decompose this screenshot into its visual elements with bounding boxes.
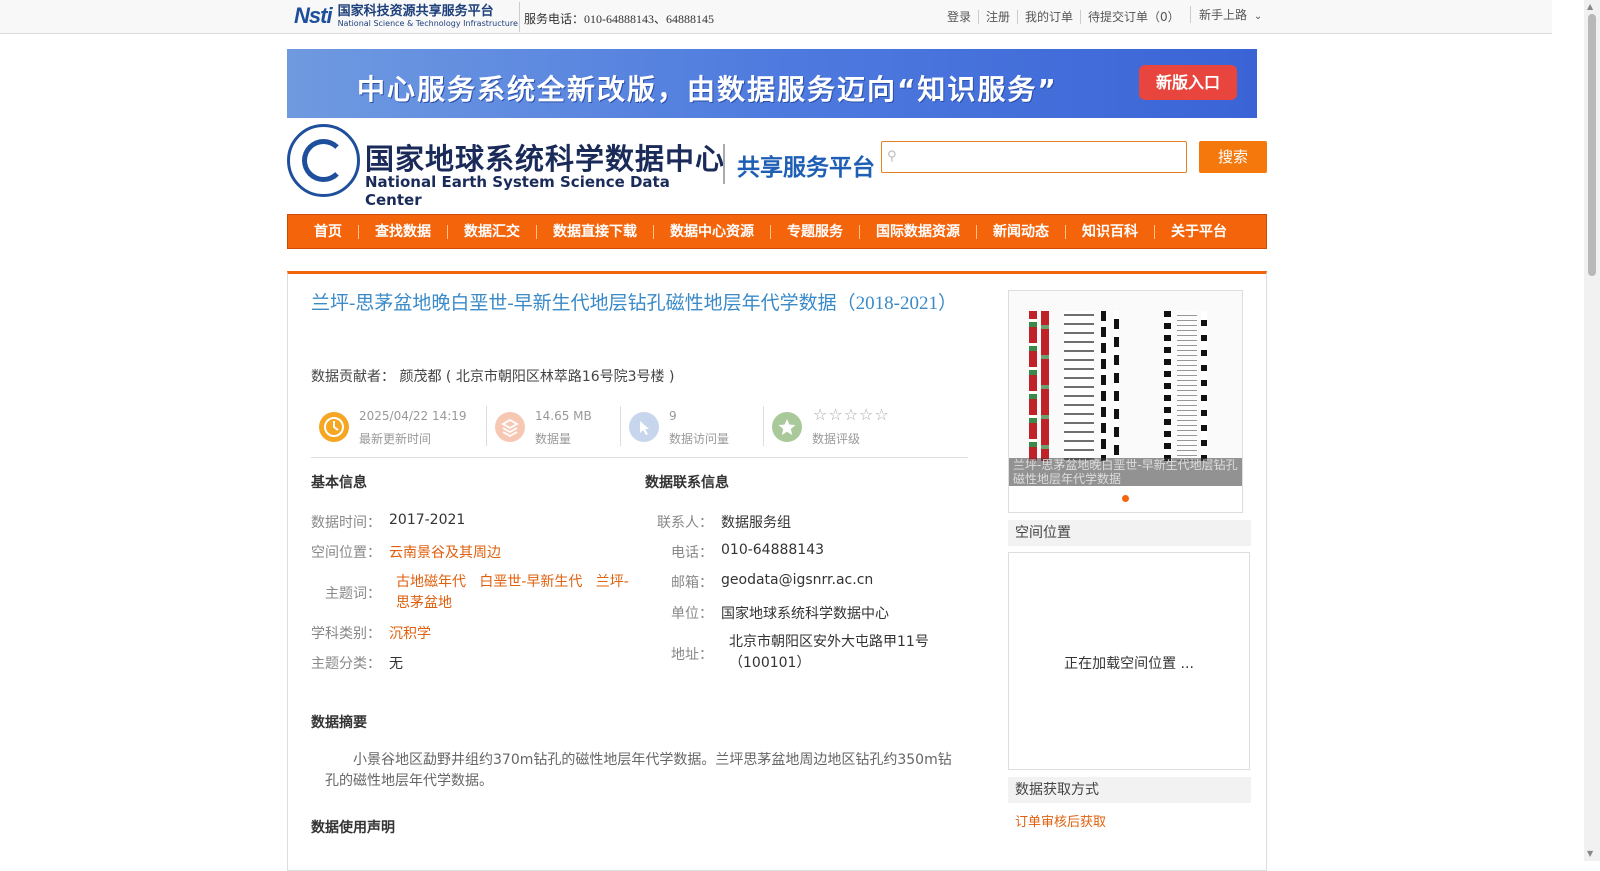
stat-updated: 2025/04/22 14:19 最新更新时间: [311, 404, 481, 458]
thumbnail-carousel[interactable]: 兰坪-思茅盆地晚白垩世-早新生代地层钻孔磁性地层年代学数据: [1008, 290, 1243, 513]
keyword-link[interactable]: 古地磁年代: [396, 574, 466, 590]
nav-topic-services[interactable]: 专题服务: [770, 224, 859, 239]
scroll-up-icon[interactable]: ▲: [1587, 2, 1593, 11]
contributor-value: 颜茂都 ( 北京市朝阳区林萃路16号院3号楼 ): [399, 369, 675, 385]
new-version-button[interactable]: 新版入口: [1139, 65, 1237, 100]
stat-label: 数据量: [535, 432, 572, 446]
carousel-dot[interactable]: [1122, 495, 1129, 502]
subject-link[interactable]: 沉积学: [389, 623, 431, 643]
nav-wiki[interactable]: 知识百科: [1065, 224, 1154, 239]
promo-banner[interactable]: 中心服务系统全新改版，由数据服务迈向“知识服务” 新版入口: [287, 49, 1257, 118]
platform-title: 共享服务平台: [737, 155, 875, 181]
search-button[interactable]: 搜索: [1199, 141, 1267, 173]
stat-size: 14.65 MB 数据量: [487, 404, 617, 458]
space-link[interactable]: 云南景谷及其周边: [389, 542, 501, 562]
keyword-link[interactable]: 白垩世-早新生代: [479, 574, 582, 590]
nav-center-resources[interactable]: 数据中心资源: [653, 224, 770, 239]
keyword-link[interactable]: 兰坪-: [596, 574, 629, 590]
data-time-row: 数据时间： 2017-2021: [311, 512, 466, 531]
contact-info-title: 数据联系信息: [645, 475, 729, 491]
dataset-title: 兰坪-思茅盆地晚白垩世-早新生代地层钻孔磁性地层年代学数据（2018-2021）: [311, 293, 957, 314]
nav-data-submit[interactable]: 数据汇交: [447, 224, 536, 239]
nav-home[interactable]: 首页: [298, 225, 358, 239]
my-orders-link[interactable]: 我的订单: [1017, 10, 1080, 24]
order-access-link[interactable]: 订单审核后获取: [1015, 811, 1106, 830]
divider: [723, 144, 725, 184]
pending-orders-link[interactable]: 待提交订单（0）: [1080, 10, 1187, 24]
service-phone: 服务电话：010-64888143、64888145: [524, 12, 714, 26]
nav-news[interactable]: 新闻动态: [976, 224, 1065, 239]
keyword-link[interactable]: 思茅盆地: [396, 595, 452, 611]
stat-label: 最新更新时间: [359, 432, 432, 446]
nav-find-data[interactable]: 查找数据: [358, 224, 447, 239]
subject-row: 学科类别： 沉积学: [311, 623, 431, 643]
scroll-thumb[interactable]: [1588, 14, 1596, 276]
search-input[interactable]: [904, 145, 1182, 169]
nsti-logo-en: National Science & Technology Infrastruc…: [337, 18, 518, 28]
nsti-mark: Nsti: [294, 3, 333, 28]
divider: [519, 2, 520, 32]
contact-unit-row: 单位： 国家地球系统科学数据中心: [671, 606, 889, 622]
star-badge-icon: [772, 412, 802, 442]
clock-icon: [319, 412, 349, 442]
top-bar: Nsti 国家科技资源共享服务平台 National Science & Tec…: [0, 0, 1552, 34]
center-logo[interactable]: 国家地球系统科学数据中心 National Earth System Scien…: [287, 124, 727, 209]
access-method-title: 数据获取方式: [1008, 777, 1251, 803]
seal-logo-icon: [287, 124, 360, 197]
contact-address-row: 地址：: [671, 647, 713, 663]
guide-dropdown[interactable]: 新手上路 ⌄: [1190, 6, 1262, 23]
contributor-label: 数据贡献者：: [311, 369, 395, 385]
nav-about[interactable]: 关于平台: [1154, 224, 1243, 239]
basic-info-title: 基本信息: [311, 475, 367, 491]
guide-label: 新手上路: [1199, 8, 1248, 22]
nsti-logo[interactable]: Nsti 国家科技资源共享服务平台 National Science & Tec…: [294, 2, 518, 30]
keywords-list: 古地磁年代 白垩世-早新生代 兰坪- 思茅盆地: [396, 572, 636, 614]
space-row: 空间位置： 云南景谷及其周边: [311, 542, 501, 562]
scroll-down-icon[interactable]: ▼: [1587, 849, 1593, 858]
abstract-text: 小景谷地区勐野井组约370m钻孔的磁性地层年代学数据。兰坪思茅盆地周边地区钻孔约…: [325, 752, 952, 789]
contact-phone-row: 电话： 010-64888143: [671, 542, 825, 561]
contributor: 数据贡献者： 颜茂都 ( 北京市朝阳区林萃路16号院3号楼 ): [311, 366, 674, 386]
logo-title-en: National Earth System Science Data Cente…: [365, 173, 670, 209]
contact-person-row: 联系人： 数据服务组: [657, 515, 791, 531]
rating-stars[interactable]: ☆☆☆☆☆: [813, 405, 890, 424]
strata-thumbnail-image: [1009, 291, 1242, 486]
abstract-title: 数据摘要: [311, 715, 367, 731]
nsti-logo-cn: 国家科技资源共享服务平台: [337, 3, 494, 19]
nav-international[interactable]: 国际数据资源: [859, 224, 976, 239]
search-icon: ⚲: [887, 149, 897, 164]
usage-title: 数据使用声明: [311, 820, 395, 836]
email-link[interactable]: geodata@igsnrr.ac.cn: [721, 572, 873, 592]
register-link[interactable]: 注册: [978, 10, 1017, 24]
thumbnail-caption: 兰坪-思茅盆地晚白垩世-早新生代地层钻孔磁性地层年代学数据: [1009, 458, 1242, 486]
search-box: ⚲: [881, 141, 1187, 173]
contact-address: 北京市朝阳区安外大屯路甲11号 （100101）: [729, 634, 929, 671]
login-link[interactable]: 登录: [940, 10, 978, 24]
scrollbar[interactable]: ▲ ▼: [1584, 0, 1600, 861]
category-row: 主题分类： 无: [311, 656, 403, 672]
layers-icon: [495, 412, 525, 442]
banner-text: 中心服务系统全新改版，由数据服务迈向“知识服务”: [357, 73, 1058, 106]
map-loading-text: 正在加载空间位置 ...: [1064, 656, 1194, 672]
stat-value: 9: [669, 409, 677, 423]
stat-value: 2025/04/22 14:19: [359, 409, 467, 423]
stats-bar: 2025/04/22 14:19 最新更新时间 14.65 MB 数据量 9 数…: [311, 404, 968, 458]
logo-title-cn: 国家地球系统科学数据中心: [365, 142, 726, 176]
stat-visits: 9 数据访问量: [621, 404, 761, 458]
stat-value: 14.65 MB: [535, 409, 592, 423]
main-nav: 首页 查找数据 数据汇交 数据直接下载 数据中心资源 专题服务 国际数据资源 新…: [287, 214, 1267, 249]
chevron-down-icon: ⌄: [1253, 11, 1263, 22]
keywords-row: 主题词：: [325, 586, 381, 602]
pointer-icon: [629, 412, 659, 442]
contact-email-row: 邮箱： geodata@igsnrr.ac.cn: [671, 572, 874, 592]
map-panel[interactable]: 正在加载空间位置 ...: [1008, 552, 1250, 770]
nav-direct-download[interactable]: 数据直接下载: [536, 224, 653, 239]
stat-label: 数据评级: [812, 432, 861, 446]
stat-label: 数据访问量: [669, 432, 730, 446]
space-location-title: 空间位置: [1008, 520, 1251, 546]
